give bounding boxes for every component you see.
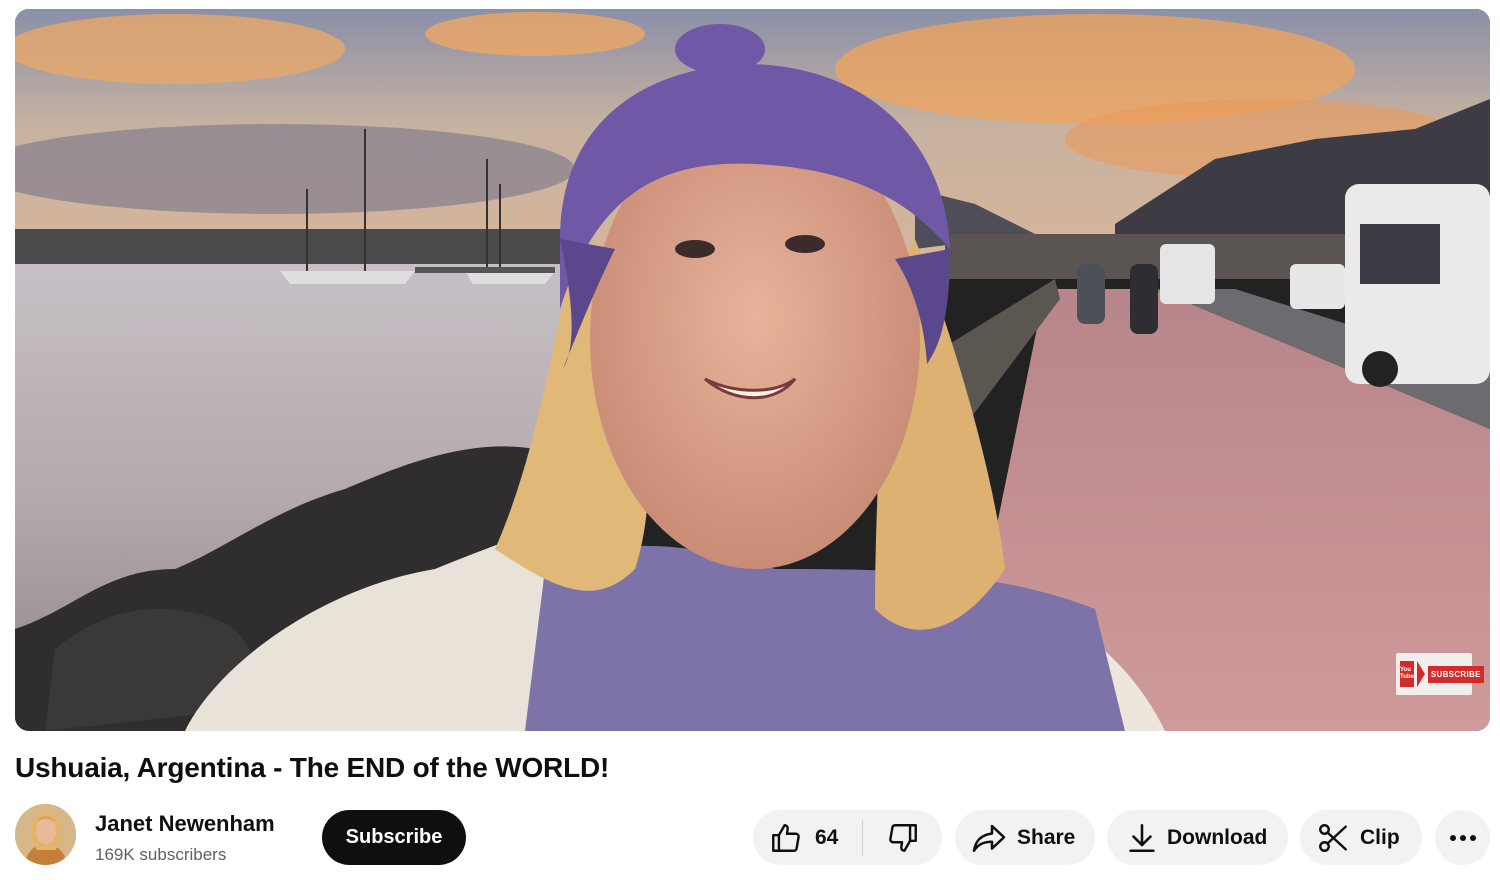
more-actions-button[interactable] — [1435, 810, 1490, 865]
download-label: Download — [1167, 825, 1268, 849]
subscribe-button[interactable]: Subscribe — [322, 810, 466, 865]
subscribe-watermark[interactable]: You Tube SUBSCRIBE — [1396, 653, 1484, 695]
thumbs-down-icon — [886, 821, 920, 855]
video-player[interactable]: You Tube SUBSCRIBE — [15, 9, 1490, 731]
like-dislike-group: 64 — [753, 810, 942, 865]
watermark-logo-text: You Tube — [1400, 667, 1414, 680]
watermark-label: SUBSCRIBE — [1427, 665, 1484, 683]
share-button[interactable]: Share — [955, 810, 1095, 865]
clip-button[interactable]: Clip — [1300, 810, 1422, 865]
channel-name[interactable]: Janet Newenham — [95, 811, 275, 837]
more-horizontal-icon — [1449, 834, 1477, 842]
subscriber-count: 169K subscribers — [95, 845, 227, 864]
like-count: 64 — [815, 825, 839, 849]
video-frame — [15, 9, 1490, 731]
download-icon — [1127, 821, 1157, 855]
chevron-right-icon — [1416, 661, 1425, 687]
share-arrow-icon — [971, 821, 1007, 855]
scissors-icon — [1316, 821, 1350, 855]
youtube-logo-icon: You Tube — [1400, 661, 1414, 687]
clip-label: Clip — [1360, 825, 1400, 849]
download-button[interactable]: Download — [1107, 810, 1288, 865]
channel-avatar[interactable] — [15, 804, 76, 865]
like-button[interactable]: 64 — [753, 810, 862, 865]
dislike-button[interactable] — [863, 810, 942, 865]
share-label: Share — [1017, 825, 1076, 849]
thumbs-up-icon — [769, 821, 803, 855]
avatar-image — [15, 804, 76, 865]
video-title: Ushuaia, Argentina - The END of the WORL… — [15, 752, 610, 783]
